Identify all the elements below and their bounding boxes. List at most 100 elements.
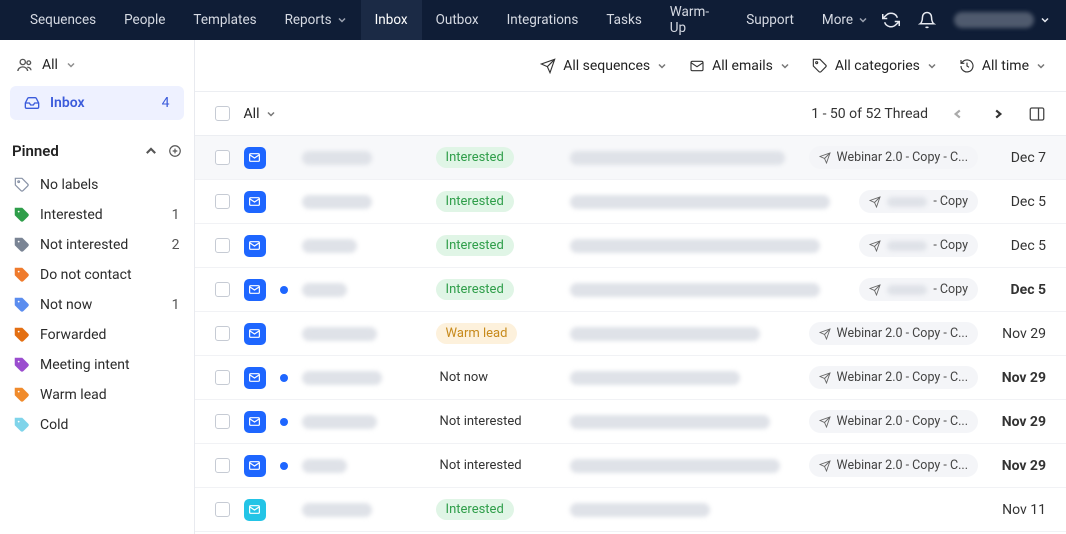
sequence-pill[interactable]: - Copy [859, 234, 978, 257]
nav-item-reports[interactable]: Reports [271, 0, 361, 40]
nav-item-integrations[interactable]: Integrations [493, 0, 593, 40]
sender-redacted [302, 283, 422, 297]
history-icon [959, 58, 975, 74]
label-name: Do not contact [40, 267, 132, 283]
sequence-pill[interactable]: Webinar 2.0 - Copy - C... [809, 146, 978, 169]
filter-sequences-label: All sequences [563, 58, 650, 74]
content: All sequences All emails All categories … [195, 40, 1066, 534]
sidebar-label-interested[interactable]: Interested1 [10, 200, 184, 230]
sidebar-all-filter[interactable]: All [10, 52, 184, 86]
toolbar: All sequences All emails All categories … [195, 40, 1066, 92]
sidebar-label-not-interested[interactable]: Not interested2 [10, 230, 184, 260]
sequence-pill[interactable]: - Copy [859, 278, 978, 301]
row-checkbox[interactable] [215, 502, 230, 517]
sequence-pill[interactable]: - Copy [859, 190, 978, 213]
inbox-row[interactable]: Interested Nov 11 [195, 488, 1066, 532]
filter-emails[interactable]: All emails [689, 58, 790, 74]
select-all-dropdown[interactable]: All [244, 106, 276, 122]
inbox-row[interactable]: Interested - Copy Dec 5 [195, 180, 1066, 224]
sequence-pill[interactable]: Webinar 2.0 - Copy - C... [809, 322, 978, 345]
sidebar-label-do-not-contact[interactable]: Do not contact [10, 260, 184, 290]
nav-item-sequences[interactable]: Sequences [16, 0, 110, 40]
sidebar-all-label: All [42, 57, 58, 73]
redacted-text [887, 197, 927, 207]
sidebar-inbox-count: 4 [162, 95, 170, 111]
preview-redacted [560, 415, 795, 429]
user-menu[interactable] [954, 12, 1050, 28]
sequence-name: Webinar 2.0 - Copy - C... [837, 414, 968, 429]
row-date: Dec 7 [992, 150, 1046, 166]
sequence-pill[interactable]: Webinar 2.0 - Copy - C... [809, 454, 978, 477]
row-checkbox[interactable] [215, 238, 230, 253]
select-all-label: All [244, 106, 260, 122]
label-name: Not now [40, 297, 92, 313]
nav-item-warm-up[interactable]: Warm-Up [656, 0, 732, 40]
filter-time[interactable]: All time [959, 58, 1046, 74]
sidebar-label-no-labels[interactable]: No labels [10, 170, 184, 200]
inbox-row[interactable]: Not interested Webinar 2.0 - Copy - C...… [195, 444, 1066, 488]
prev-page-button[interactable] [948, 104, 968, 124]
nav-item-templates[interactable]: Templates [179, 0, 270, 40]
row-checkbox[interactable] [215, 150, 230, 165]
status-pill: Warm lead [436, 323, 518, 344]
status-pill: Interested [436, 191, 514, 212]
row-checkbox[interactable] [215, 326, 230, 341]
nav-item-outbox[interactable]: Outbox [422, 0, 493, 40]
sidebar-pinned-header: Pinned [10, 136, 184, 170]
sequence-name: Webinar 2.0 - Copy - C... [837, 326, 968, 341]
inbox-row[interactable]: Not interested Webinar 2.0 - Copy - C...… [195, 400, 1066, 444]
select-all-checkbox[interactable] [215, 106, 230, 121]
chevron-down-icon [927, 61, 937, 71]
chevron-down-icon [1036, 61, 1046, 71]
sidebar-label-forwarded[interactable]: Forwarded [10, 320, 184, 350]
sidebar-inbox[interactable]: Inbox 4 [10, 86, 184, 120]
row-date: Nov 11 [992, 502, 1046, 518]
chevron-down-icon [1040, 15, 1050, 25]
nav-item-more[interactable]: More [808, 0, 882, 40]
sequence-pill[interactable]: Webinar 2.0 - Copy - C... [809, 410, 978, 433]
sequence-name: Webinar 2.0 - Copy - C... [837, 458, 968, 473]
collapse-icon[interactable] [144, 144, 158, 158]
nav-item-inbox[interactable]: Inbox [361, 0, 422, 40]
add-pinned-icon[interactable] [168, 144, 182, 158]
row-date: Nov 29 [992, 326, 1046, 342]
inbox-row[interactable]: Warm lead Webinar 2.0 - Copy - C... Nov … [195, 312, 1066, 356]
row-checkbox[interactable] [215, 370, 230, 385]
sidebar-label-warm-lead[interactable]: Warm lead [10, 380, 184, 410]
inbox-row[interactable]: Interested - Copy Dec 5 [195, 224, 1066, 268]
filter-categories[interactable]: All categories [812, 58, 937, 74]
refresh-icon[interactable] [882, 11, 900, 29]
inbox-row[interactable]: Interested Webinar 2.0 - Copy - C... Dec… [195, 136, 1066, 180]
channel-email-icon [244, 367, 266, 389]
sequence-name: Webinar 2.0 - Copy - C... [837, 150, 968, 165]
sidebar-label-meeting-intent[interactable]: Meeting intent [10, 350, 184, 380]
nav-item-support[interactable]: Support [732, 0, 808, 40]
inbox-rows: Interested Webinar 2.0 - Copy - C... Dec… [195, 136, 1066, 534]
nav-item-tasks[interactable]: Tasks [592, 0, 655, 40]
label-name: No labels [40, 177, 98, 193]
next-page-button[interactable] [988, 104, 1008, 124]
nav-item-people[interactable]: People [110, 0, 179, 40]
sequence-pill[interactable]: Webinar 2.0 - Copy - C... [809, 366, 978, 389]
send-icon [540, 58, 556, 74]
chevron-down-icon [657, 61, 667, 71]
bell-icon[interactable] [918, 11, 936, 29]
row-checkbox[interactable] [215, 282, 230, 297]
filter-sequences[interactable]: All sequences [540, 58, 667, 74]
preview-redacted [560, 283, 846, 297]
label-name: Forwarded [40, 327, 106, 343]
row-checkbox[interactable] [215, 414, 230, 429]
tag-icon [14, 207, 30, 223]
tag-icon [14, 267, 30, 283]
panel-toggle-icon[interactable] [1028, 105, 1046, 123]
row-date: Dec 5 [992, 282, 1046, 298]
inbox-row[interactable]: Interested - Copy Dec 5 [195, 268, 1066, 312]
row-checkbox[interactable] [215, 458, 230, 473]
sidebar-label-cold[interactable]: Cold [10, 410, 184, 440]
inbox-row[interactable]: Not now Webinar 2.0 - Copy - C... Nov 29 [195, 356, 1066, 400]
status-pill: Not interested [436, 455, 526, 476]
sidebar-label-not-now[interactable]: Not now1 [10, 290, 184, 320]
top-nav: SequencesPeopleTemplatesReportsInboxOutb… [0, 0, 1066, 40]
sender-redacted [302, 371, 422, 385]
row-checkbox[interactable] [215, 194, 230, 209]
